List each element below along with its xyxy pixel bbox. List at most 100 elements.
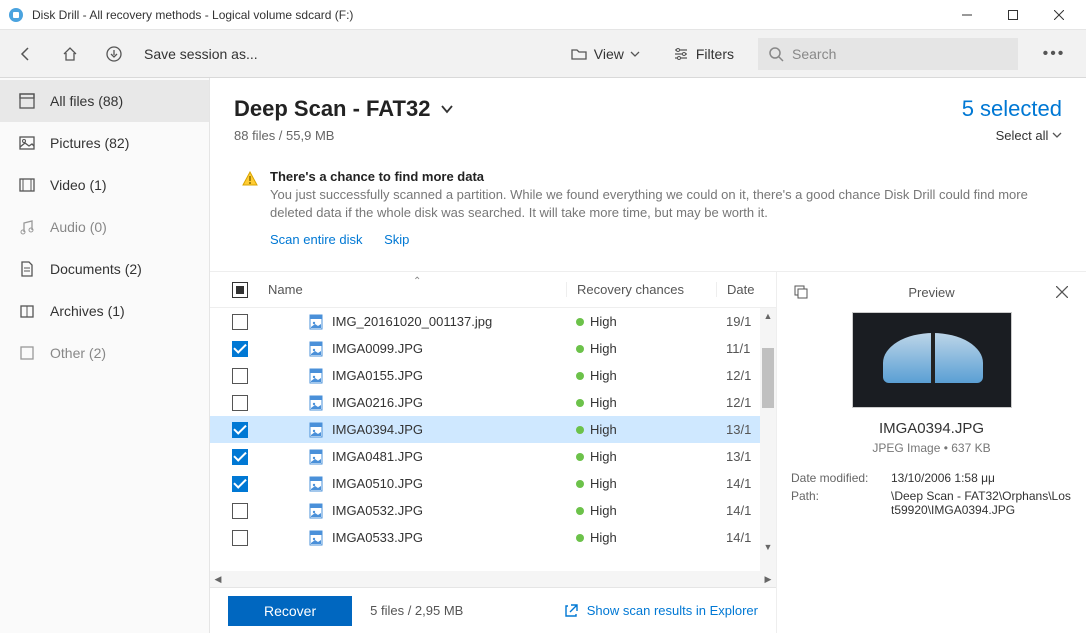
back-button[interactable] [12,40,40,68]
audio-icon [18,218,36,236]
table-rows: IMG_20161020_001137.jpgHigh19/1IMGA0099.… [210,308,776,571]
filters-button[interactable]: Filters [664,45,742,63]
file-name: IMGA0481.JPG [332,449,423,464]
sidebar: All files (88) Pictures (82) Video (1) A… [0,78,210,633]
column-date[interactable]: Date [716,282,776,297]
maximize-button[interactable] [990,0,1036,30]
sidebar-item-audio[interactable]: Audio (0) [0,206,209,248]
title-bar: Disk Drill - All recovery methods - Logi… [0,0,1086,30]
preview-panel: Preview IMGA0394.JPG JPEG Image • 637 KB… [776,272,1086,633]
show-in-explorer-link[interactable]: Show scan results in Explorer [563,603,758,619]
column-name[interactable]: ⌃Name [260,282,566,297]
chevron-down-icon [630,49,640,59]
info-notice: There's a chance to find more data You j… [230,159,1066,261]
notice-title: There's a chance to find more data [270,169,1052,184]
row-checkbox[interactable] [232,314,248,330]
recovery-chance: High [590,314,617,329]
table-row[interactable]: IMGA0216.JPGHigh12/1 [210,389,776,416]
main-panel: Deep Scan - FAT32 88 files / 55,9 MB 5 s… [210,78,1086,633]
warning-icon [242,171,258,187]
filters-label: Filters [696,46,734,62]
file-name: IMG_20161020_001137.jpg [332,314,492,329]
pictures-icon [18,134,36,152]
toolbar: Save session as... View Filters Search •… [0,30,1086,78]
scan-entire-disk-link[interactable]: Scan entire disk [270,232,363,247]
horizontal-scrollbar[interactable]: ◀ ▶ [210,571,776,587]
app-icon [8,7,24,23]
skip-link[interactable]: Skip [384,232,409,247]
scan-title-dropdown[interactable]: Deep Scan - FAT32 [234,96,962,122]
recovery-dot-icon [576,345,584,353]
table-row[interactable]: IMGA0533.JPGHigh14/1 [210,524,776,551]
recovery-dot-icon [576,426,584,434]
table-row[interactable]: IMGA0532.JPGHigh14/1 [210,497,776,524]
save-session-label[interactable]: Save session as... [144,46,258,62]
sidebar-item-archives[interactable]: Archives (1) [0,290,209,332]
table-row[interactable]: IMGA0394.JPGHigh13/1 [210,416,776,443]
scroll-right-icon[interactable]: ▶ [760,571,776,587]
expand-preview-button[interactable] [791,282,811,302]
row-checkbox[interactable] [232,395,248,411]
select-all-checkbox[interactable] [232,282,248,298]
search-input[interactable]: Search [758,38,1018,70]
notice-body: You just successfully scanned a partitio… [270,184,1052,222]
more-button[interactable]: ••• [1034,45,1074,63]
sidebar-item-other[interactable]: Other (2) [0,332,209,374]
recovery-chance: High [590,530,617,545]
close-preview-button[interactable] [1052,282,1072,302]
home-button[interactable] [56,40,84,68]
row-checkbox[interactable] [232,368,248,384]
recover-button[interactable]: Recover [228,596,352,626]
sidebar-item-pictures[interactable]: Pictures (82) [0,122,209,164]
scan-title: Deep Scan - FAT32 [234,96,430,122]
scroll-up-icon[interactable]: ▲ [760,308,776,324]
select-all-dropdown[interactable]: Select all [962,122,1062,143]
file-icon [308,530,324,546]
vertical-scrollbar[interactable]: ▲ ▼ [760,308,776,571]
row-checkbox[interactable] [232,503,248,519]
sort-indicator-icon: ⌃ [413,276,421,287]
chevron-down-icon [1052,130,1062,140]
sidebar-item-video[interactable]: Video (1) [0,164,209,206]
table-row[interactable]: IMGA0099.JPGHigh11/1 [210,335,776,362]
save-session-icon[interactable] [100,40,128,68]
minimize-button[interactable] [944,0,990,30]
documents-icon [18,260,36,278]
view-dropdown[interactable]: View [562,45,648,63]
preview-meta: JPEG Image • 637 KB [791,437,1072,469]
external-link-icon [563,603,579,619]
row-checkbox[interactable] [232,422,248,438]
scroll-left-icon[interactable]: ◀ [210,571,226,587]
search-placeholder: Search [792,46,836,62]
footer: Recover 5 files / 2,95 MB Show scan resu… [210,587,776,633]
table-row[interactable]: IMGA0481.JPGHigh13/1 [210,443,776,470]
row-checkbox[interactable] [232,341,248,357]
sidebar-item-label: Pictures (82) [50,135,129,151]
table-row[interactable]: IMGA0510.JPGHigh14/1 [210,470,776,497]
date-modified-value: 13/10/2006 1:58 μμ [891,471,1072,485]
row-checkbox[interactable] [232,476,248,492]
file-name: IMGA0533.JPG [332,530,423,545]
row-checkbox[interactable] [232,449,248,465]
sidebar-item-documents[interactable]: Documents (2) [0,248,209,290]
recovery-dot-icon [576,480,584,488]
file-icon [308,314,324,330]
filters-icon [672,45,690,63]
table-row[interactable]: IMGA0155.JPGHigh12/1 [210,362,776,389]
scroll-down-icon[interactable]: ▼ [760,539,776,555]
recovery-dot-icon [576,372,584,380]
scrollbar-thumb[interactable] [762,348,774,408]
recovery-dot-icon [576,453,584,461]
row-checkbox[interactable] [232,530,248,546]
recovery-chance: High [590,341,617,356]
chevron-down-icon [440,102,454,116]
table-row[interactable]: IMG_20161020_001137.jpgHigh19/1 [210,308,776,335]
other-icon [18,344,36,362]
sidebar-item-label: Archives (1) [50,303,125,319]
content-header: Deep Scan - FAT32 88 files / 55,9 MB 5 s… [210,78,1086,147]
sidebar-item-all-files[interactable]: All files (88) [0,80,209,122]
close-button[interactable] [1036,0,1082,30]
file-icon [308,368,324,384]
path-value: \Deep Scan - FAT32\Orphans\Lost59920\IMG… [891,489,1072,517]
column-recovery[interactable]: Recovery chances [566,282,716,297]
